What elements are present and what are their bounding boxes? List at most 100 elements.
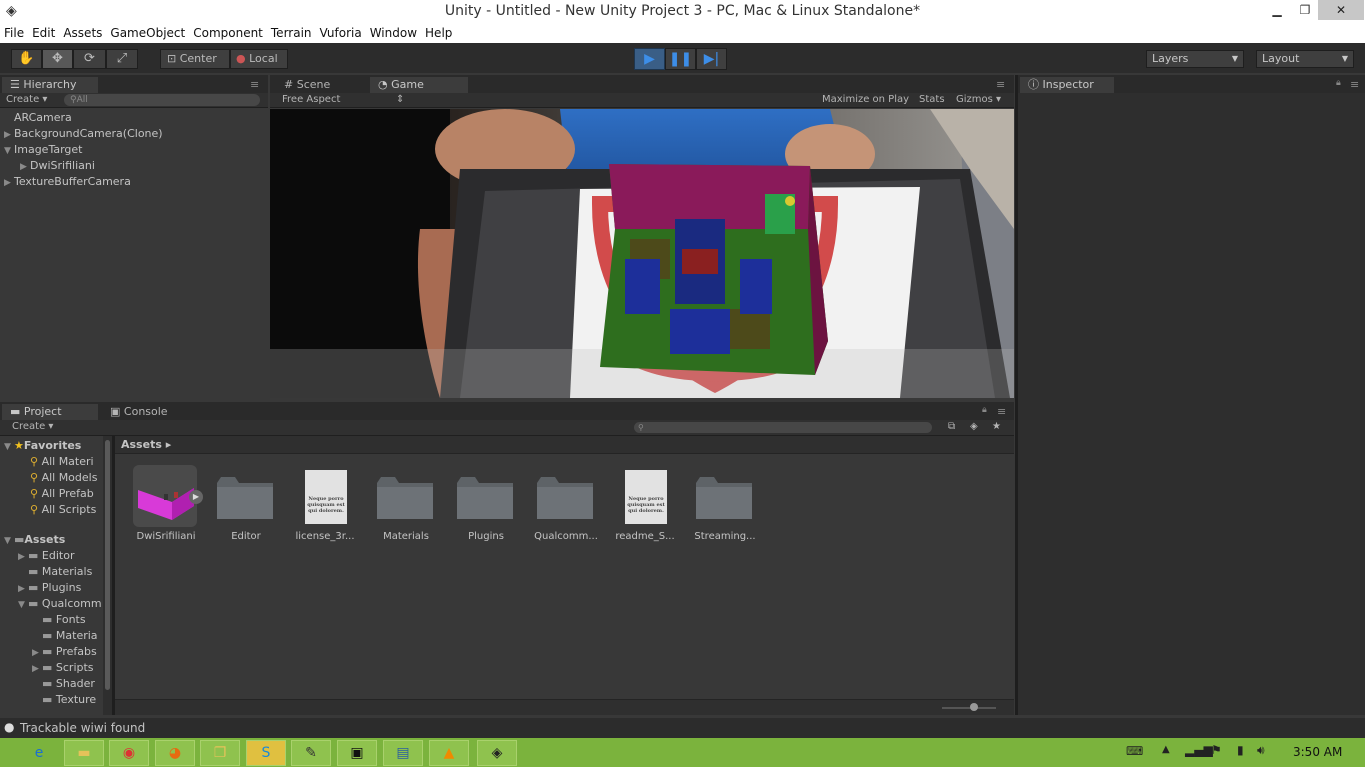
space-local-toggle[interactable]: ● Local <box>230 49 288 69</box>
tree-item[interactable]: ▬ Materia <box>32 628 104 644</box>
chrome-icon[interactable]: ◉ <box>109 740 149 766</box>
hand-tool-icon[interactable]: ✋ <box>11 49 42 69</box>
hierarchy-item[interactable]: ▶ TextureBufferCamera <box>4 174 131 190</box>
tree-item[interactable]: ▬ Texture <box>32 692 104 708</box>
menu-terrain[interactable]: Terrain <box>267 24 316 42</box>
tab-game[interactable]: ◔ Game <box>370 77 468 93</box>
tab-inspector[interactable]: ⓘ Inspector <box>1020 77 1114 93</box>
vlc-icon[interactable]: ▲ <box>429 740 469 766</box>
lock-icon[interactable]: 🔒︎ <box>1336 78 1341 88</box>
hierarchy-item[interactable]: ARCamera <box>4 110 72 126</box>
unity-icon[interactable]: ◈ <box>477 740 517 766</box>
pencil-app-icon[interactable]: ✎ <box>291 740 331 766</box>
action-center-icon[interactable]: ⚑ <box>1211 743 1222 757</box>
pause-icon: ❚❚ <box>668 51 693 67</box>
scrollbar-thumb[interactable] <box>105 440 110 690</box>
menu-window[interactable]: Window <box>366 24 421 42</box>
skype-icon[interactable]: S <box>246 740 286 766</box>
tab-project[interactable]: ▬ Project <box>2 404 98 420</box>
filter-by-type-icon[interactable]: ⧉ <box>948 421 955 432</box>
expander-icon[interactable]: ▶ <box>4 175 14 191</box>
hierarchy-create-button[interactable]: Create ▾ <box>6 94 47 105</box>
window-app-icon[interactable]: ▤ <box>383 740 423 766</box>
maximize-button[interactable]: ❐ <box>1290 0 1320 20</box>
step-button[interactable]: ▶| <box>696 48 727 70</box>
aspect-dropdown[interactable]: Free Aspect <box>282 94 340 105</box>
panel-menu-icon[interactable]: ≡ <box>997 405 1006 418</box>
menu-gameobject[interactable]: GameObject <box>106 24 189 42</box>
splitter[interactable] <box>1015 75 1018 715</box>
clock[interactable]: 3:50 AM <box>1293 745 1342 759</box>
expander-icon[interactable]: ▶ <box>20 159 30 175</box>
rotate-tool-icon[interactable]: ⟳ <box>73 49 106 69</box>
gizmos-toggle[interactable]: Gizmos ▾ <box>956 94 1001 105</box>
menu-edit[interactable]: Edit <box>28 24 59 42</box>
tab-hierarchy[interactable]: ☰ Hierarchy <box>2 77 98 93</box>
layers-dropdown[interactable]: Layers ▼ <box>1146 50 1244 68</box>
play-button[interactable]: ▶ <box>634 48 665 70</box>
tree-item[interactable]: ▶ ▬ Plugins <box>18 580 110 596</box>
favorite-item[interactable]: ⚲ All Materi <box>30 454 110 470</box>
menu-component[interactable]: Component <box>189 24 267 42</box>
lock-icon[interactable]: 🔒︎ <box>982 405 987 415</box>
project-search-input[interactable]: ⚲ <box>634 422 932 433</box>
panel-menu-icon[interactable]: ≡ <box>996 78 1005 91</box>
network-icon[interactable]: ▂▄▆ <box>1185 743 1213 757</box>
maximize-on-play-toggle[interactable]: Maximize on Play <box>822 94 909 105</box>
menu-file[interactable]: File <box>0 24 28 42</box>
tree-item[interactable]: ▶ ▬ Editor <box>18 548 110 564</box>
favorites-header[interactable]: ▼ ★Favorites <box>4 438 81 454</box>
terminal-icon[interactable]: ▣ <box>337 740 377 766</box>
volume-icon[interactable]: 🔊︎ <box>1257 743 1265 758</box>
filter-by-label-icon[interactable]: ◈ <box>970 421 978 432</box>
tab-scene[interactable]: # Scene <box>276 77 368 93</box>
slider-handle[interactable] <box>970 703 978 711</box>
tree-item[interactable]: ▶ ▬ Prefabs <box>32 644 104 660</box>
scale-tool-icon[interactable]: ⤢ <box>106 49 138 69</box>
tab-console[interactable]: ▣ Console <box>102 404 198 420</box>
hierarchy-search-input[interactable]: ⚲All <box>64 94 260 106</box>
icon-size-slider[interactable] <box>942 707 996 709</box>
show-hidden-icons-icon[interactable]: ▲ <box>1162 744 1170 755</box>
menu-help[interactable]: Help <box>421 24 456 42</box>
tree-item[interactable]: ▶ ▬ Scripts <box>32 660 104 676</box>
favorite-item[interactable]: ⚲ All Models <box>30 470 110 486</box>
keyboard-icon[interactable]: ⌨ <box>1126 744 1143 758</box>
expander-icon[interactable]: ▶ <box>4 127 14 143</box>
pivot-center-toggle[interactable]: ⊡ Center <box>160 49 230 69</box>
stats-toggle[interactable]: Stats <box>919 94 945 105</box>
menu-vuforia[interactable]: Vuforia <box>316 24 366 42</box>
expander-icon[interactable]: ▼ <box>4 143 14 159</box>
move-tool-icon[interactable]: ✥ <box>42 49 73 69</box>
expand-asset-icon[interactable]: ▶ <box>189 490 203 504</box>
panel-menu-icon[interactable]: ≡ <box>250 78 259 91</box>
favorite-item[interactable]: ⚲ All Prefab <box>30 486 110 502</box>
favorite-star-icon[interactable]: ★ <box>992 421 1001 432</box>
tree-item[interactable]: ▬ Shader <box>32 676 104 692</box>
folder-icon: ▬ <box>28 581 39 594</box>
hierarchy-item[interactable]: ▶ DwiSrifiliani <box>20 158 95 174</box>
tree-item[interactable]: ▬ Materials <box>18 564 110 580</box>
breadcrumb[interactable]: Assets ▸ <box>115 436 1014 454</box>
tree-item[interactable]: ▬ Fonts <box>32 612 104 628</box>
hierarchy-item[interactable]: ▶ BackgroundCamera(Clone) <box>4 126 163 142</box>
tree-scrollbar[interactable] <box>103 436 112 715</box>
layout-dropdown[interactable]: Layout ▼ <box>1256 50 1354 68</box>
file-explorer-icon[interactable]: ▬ <box>64 740 104 766</box>
internet-explorer-icon[interactable]: e <box>19 740 59 766</box>
game-view[interactable] <box>270 109 1014 398</box>
project-create-button[interactable]: Create ▾ <box>12 421 53 432</box>
hierarchy-item[interactable]: ▼ ImageTarget <box>4 142 82 158</box>
status-bar[interactable]: ● Trackable wiwi found <box>0 718 1365 738</box>
favorite-item[interactable]: ⚲ All Scripts <box>30 502 110 518</box>
firefox-icon[interactable]: ◕ <box>155 740 195 766</box>
folder-icon[interactable]: ❐ <box>200 740 240 766</box>
menu-assets[interactable]: Assets <box>59 24 106 42</box>
pause-button[interactable]: ❚❚ <box>665 48 696 70</box>
panel-menu-icon[interactable]: ≡ <box>1350 78 1359 91</box>
battery-icon[interactable]: ▮ <box>1237 743 1244 757</box>
close-button[interactable]: ✕ <box>1318 0 1364 20</box>
assets-header[interactable]: ▼ ▬Assets <box>4 532 65 548</box>
tree-item[interactable]: ▼ ▬ Qualcomm <box>18 596 104 612</box>
minimize-button[interactable]: ▁ <box>1262 0 1292 20</box>
